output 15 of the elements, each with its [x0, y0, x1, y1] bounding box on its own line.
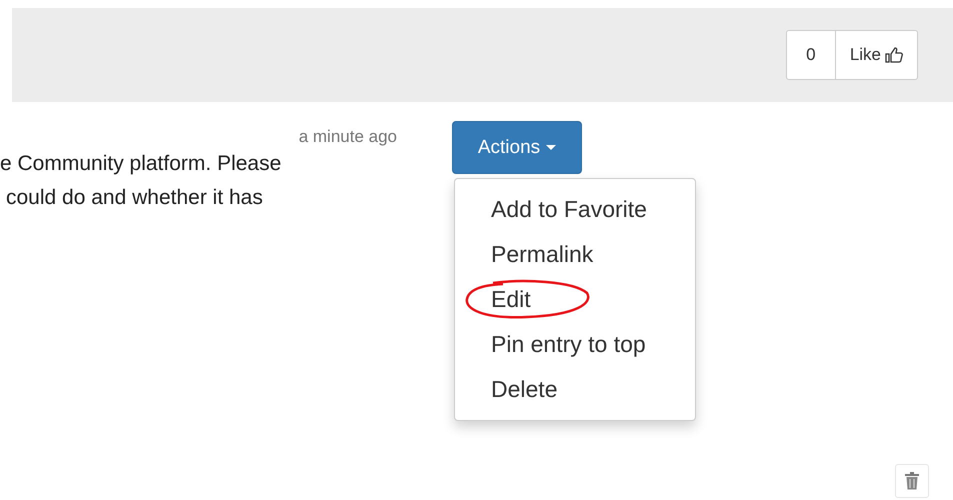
menu-item[interactable]: Add to Favorite [455, 187, 695, 232]
trash-icon [905, 472, 919, 490]
actions-button[interactable]: Actions [452, 121, 582, 174]
menu-item[interactable]: Pin entry to top [455, 322, 695, 367]
menu-item[interactable]: Delete [455, 367, 695, 412]
post-text-line: could do and whether it has [5, 185, 264, 211]
caret-icon [546, 145, 556, 150]
like-count: 0 [786, 30, 836, 80]
menu-item[interactable]: Edit [455, 277, 695, 322]
thumbs-up-icon [885, 47, 903, 63]
post-timestamp: a minute ago [298, 127, 397, 147]
menu-item[interactable]: Permalink [455, 232, 695, 277]
post-text-line: e Community platform. Please [0, 151, 282, 177]
delete-button[interactable] [895, 464, 929, 498]
like-button[interactable]: Like [836, 30, 918, 80]
